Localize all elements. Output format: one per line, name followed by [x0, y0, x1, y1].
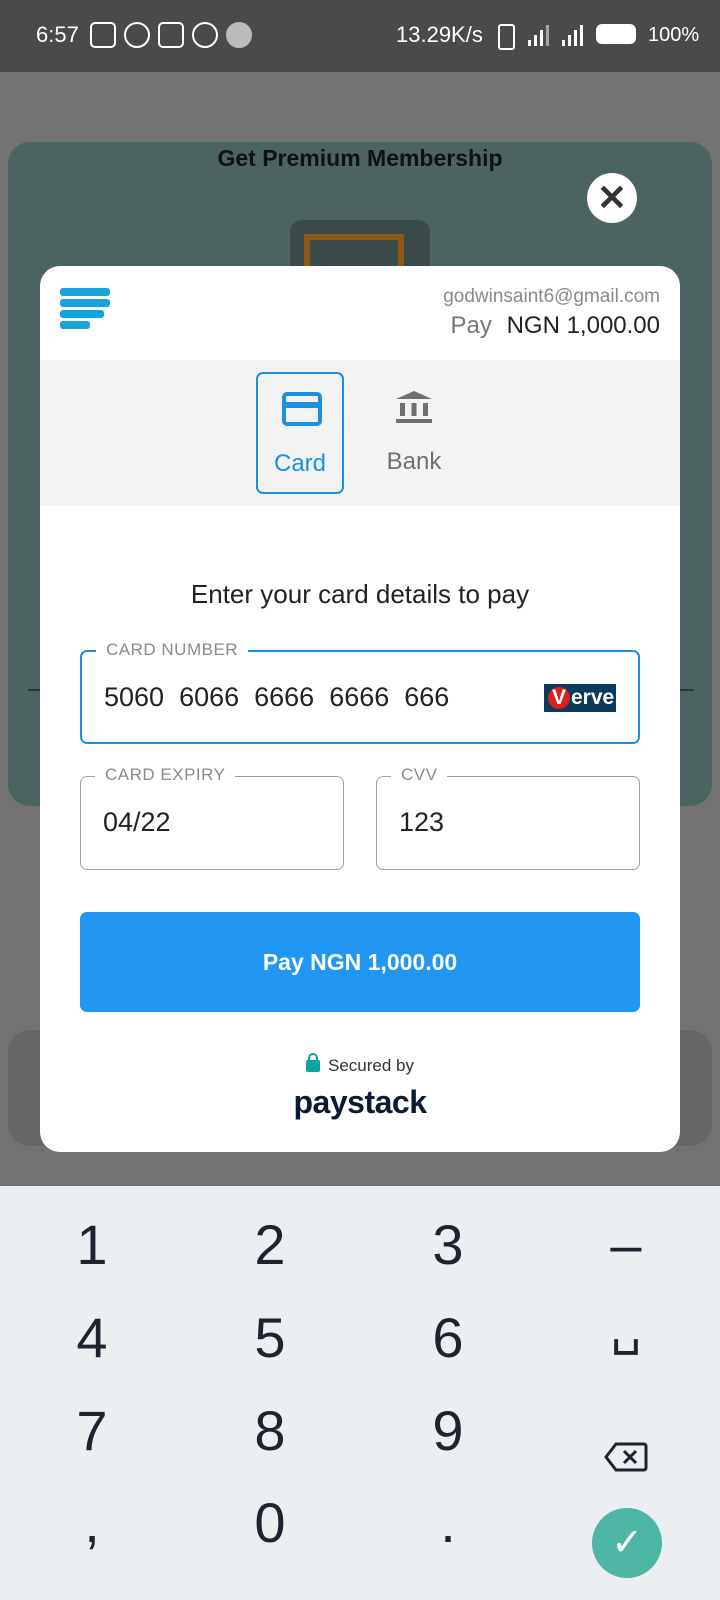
card-number-value: 5060 6066 6666 6666 666: [104, 682, 450, 712]
status-bar: 6:57 13.29K/s 100%: [0, 0, 720, 72]
loading-icon: [226, 22, 252, 48]
tab-bank-label: Bank: [386, 448, 442, 475]
credit-card-icon: [282, 392, 322, 426]
card-expiry-field[interactable]: CARD EXPIRY 04/22: [80, 765, 344, 870]
vibrate-icon: [498, 24, 515, 50]
signal-icon: [528, 24, 549, 46]
secured-by: Secured by: [40, 1053, 680, 1076]
key-9[interactable]: 9: [388, 1398, 508, 1463]
done-checkmark-icon[interactable]: ✓: [592, 1508, 662, 1578]
cvv-label: CVV: [391, 765, 448, 785]
signal-icon-2: [562, 24, 583, 46]
pay-amount-line: Pay NGN 1,000.00: [451, 312, 660, 340]
instructions-text: Enter your card details to pay: [190, 579, 530, 609]
app-notification-icon: [90, 22, 116, 48]
card-expiry-value: 04/22: [103, 807, 171, 837]
verve-logo: Verve: [544, 684, 616, 712]
tab-bank[interactable]: Bank: [370, 372, 458, 494]
paystack-logo-icon: [60, 288, 110, 332]
key-2[interactable]: 2: [210, 1212, 330, 1277]
key-8[interactable]: 8: [210, 1398, 330, 1463]
key-comma[interactable]: ,: [32, 1490, 152, 1555]
gallery-icon: [158, 22, 184, 48]
paystack-wordmark: paystack: [293, 1084, 427, 1120]
network-speed: 13.29K/s: [396, 22, 483, 47]
tab-card[interactable]: Card: [256, 372, 344, 494]
payment-method-tabs: [40, 360, 680, 506]
modal-header: godwinsaint6@gmail.com Pay NGN 1,000.00: [40, 266, 680, 360]
key-6[interactable]: 6: [388, 1305, 508, 1370]
key-1[interactable]: 1: [32, 1212, 152, 1277]
lock-icon: [306, 1053, 320, 1072]
record-icon: [192, 22, 218, 48]
close-icon[interactable]: ✕: [587, 173, 637, 223]
premium-title: Get Premium Membership: [217, 145, 503, 171]
whatsapp-icon: [124, 22, 150, 48]
key-4[interactable]: 4: [32, 1305, 152, 1370]
cvv-value: 123: [399, 807, 445, 837]
cvv-field[interactable]: CVV 123: [376, 765, 640, 870]
card-number-label: CARD NUMBER: [96, 640, 249, 660]
status-time: 6:57: [36, 22, 79, 47]
pay-amount: NGN 1,000.00: [506, 312, 660, 339]
tab-card-label: Card: [273, 450, 327, 477]
payment-modal: godwinsaint6@gmail.com Pay NGN 1,000.00 …: [40, 266, 680, 1152]
secured-by-text: Secured by: [328, 1056, 414, 1075]
card-expiry-label: CARD EXPIRY: [95, 765, 236, 785]
customer-email: godwinsaint6@gmail.com: [443, 286, 660, 307]
cart-icon: [304, 234, 404, 270]
key-minus[interactable]: –: [566, 1212, 686, 1277]
battery-icon: [596, 24, 636, 44]
notification-icons: [90, 22, 252, 48]
key-period[interactable]: .: [388, 1490, 508, 1555]
pay-label: Pay: [450, 312, 492, 339]
key-3[interactable]: 3: [388, 1212, 508, 1277]
battery-percent: 100%: [648, 24, 700, 46]
backspace-icon[interactable]: [604, 1442, 648, 1472]
key-7[interactable]: 7: [32, 1398, 152, 1463]
pay-button[interactable]: Pay NGN 1,000.00: [80, 912, 640, 1012]
divider-right: [680, 689, 694, 691]
bank-icon: [396, 391, 432, 423]
key-space[interactable]: ␣: [566, 1300, 686, 1356]
key-5[interactable]: 5: [210, 1305, 330, 1370]
card-number-field[interactable]: CARD NUMBER 5060 6066 6666 6666 666 Verv…: [80, 640, 640, 744]
key-0[interactable]: 0: [210, 1490, 330, 1555]
